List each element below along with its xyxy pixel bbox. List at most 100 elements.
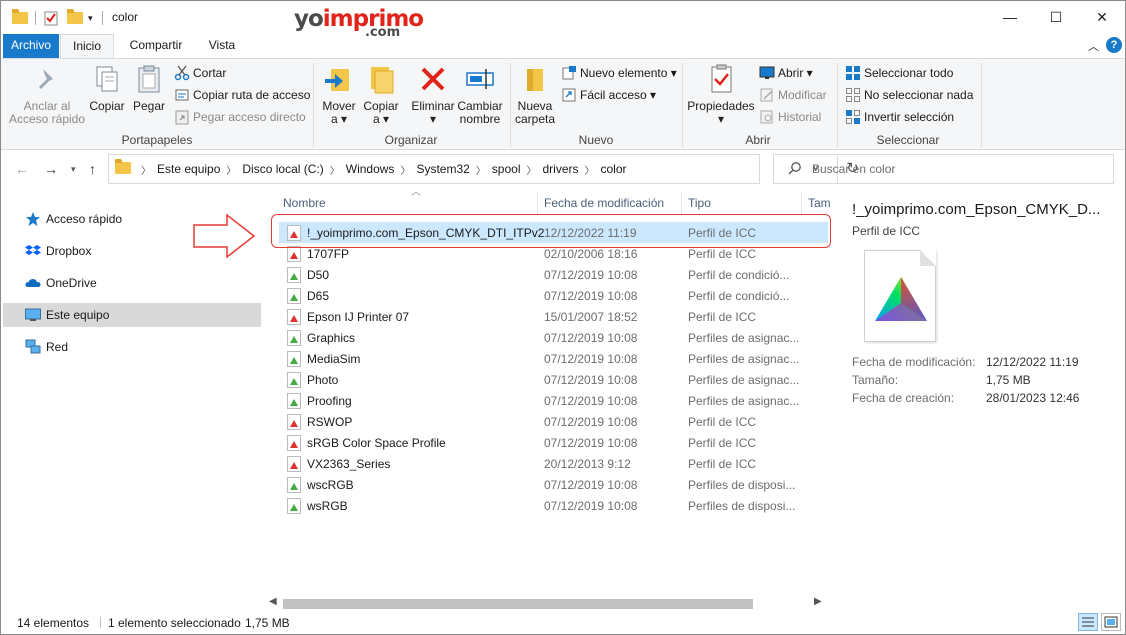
easy-access-button[interactable]: Fácil acceso ▾ (561, 86, 656, 104)
rename-button[interactable]: Cambiar nombre (457, 63, 503, 126)
explorer-window: ▾ color yoimprimo .com — ☐ ✕ Archivo Ini… (0, 0, 1126, 635)
properties-button[interactable]: Propiedades ▾ (687, 63, 755, 126)
new-folder-quick-icon[interactable] (67, 9, 83, 27)
chevron-right-icon[interactable]: 〉 (226, 162, 236, 177)
scroll-right-icon[interactable]: ▶ (814, 596, 822, 607)
column-separator[interactable] (801, 192, 802, 214)
chevron-right-icon[interactable]: 〉 (330, 162, 340, 177)
prop-value-size: 1,75 MB (986, 373, 1031, 387)
column-header-type[interactable]: Tipo (688, 196, 711, 210)
search-box[interactable]: Buscar en color (773, 154, 1114, 184)
column-header-size[interactable]: Tam (808, 196, 831, 210)
close-button[interactable]: ✕ (1079, 1, 1125, 33)
file-row[interactable]: D50 07/12/2019 10:08 Perfil de condició.… (279, 264, 828, 285)
minimize-button[interactable]: — (987, 1, 1033, 33)
new-item-button[interactable]: Nuevo elemento ▾ (561, 64, 677, 82)
properties-quick-icon[interactable] (44, 9, 58, 27)
chevron-right-icon[interactable]: 〉 (476, 162, 486, 177)
chevron-right-icon[interactable]: 〉 (400, 162, 410, 177)
large-icons-view-button[interactable] (1101, 613, 1121, 631)
crumb-spool[interactable]: spool (492, 162, 521, 176)
nav-item-network[interactable]: Red (3, 335, 261, 359)
file-row[interactable]: sRGB Color Space Profile 07/12/2019 10:0… (279, 432, 828, 453)
customize-qa-icon[interactable]: ▾ (88, 9, 93, 27)
copy-path-icon (174, 87, 190, 103)
ribbon-tabs: Archivo Inicio Compartir Vista ︿ ? (1, 34, 1125, 59)
file-row[interactable]: MediaSim 07/12/2019 10:08 Perfiles de as… (279, 348, 828, 369)
open-button[interactable]: Abrir ▾ (759, 64, 813, 82)
crumb-drivers[interactable]: drivers (542, 162, 578, 176)
maximize-button[interactable]: ☐ (1033, 1, 1079, 33)
file-row[interactable]: Proofing 07/12/2019 10:08 Perfiles de as… (279, 390, 828, 411)
tab-view[interactable]: Vista (197, 34, 247, 58)
copy-to-button[interactable]: Copiar a ▾ (361, 63, 401, 126)
crumb-system32[interactable]: System32 (416, 162, 469, 176)
column-separator[interactable] (537, 192, 538, 214)
recent-locations-icon[interactable]: ▾ (71, 164, 76, 175)
file-row[interactable]: D65 07/12/2019 10:08 Perfil de condició.… (279, 285, 828, 306)
crumb-color[interactable]: color (601, 162, 627, 176)
chevron-right-icon[interactable]: 〉 (526, 162, 536, 177)
properties-icon (705, 63, 737, 95)
invert-selection-button[interactable]: Invertir selección (845, 108, 954, 126)
group-label-organize: Organizar (384, 133, 438, 147)
highlight-box (271, 214, 831, 248)
file-row[interactable]: wscRGB 07/12/2019 10:08 Perfiles de disp… (279, 474, 828, 495)
status-size: 1,75 MB (245, 616, 290, 630)
select-all-button[interactable]: Seleccionar todo (845, 64, 953, 82)
column-header-date[interactable]: Fecha de modificación (544, 196, 664, 210)
file-row[interactable]: wsRGB 07/12/2019 10:08 Perfiles de dispo… (279, 495, 828, 516)
nav-item-onedrive[interactable]: OneDrive (3, 271, 261, 295)
copy-button[interactable]: Copiar (88, 63, 126, 113)
preview-file-name: !_yoimprimo.com_Epson_CMYK_D... (852, 201, 1101, 218)
back-arrow-icon[interactable]: ← (15, 161, 29, 177)
tab-file[interactable]: Archivo (3, 34, 59, 58)
chevron-right-icon[interactable]: 〉 (141, 162, 151, 177)
delete-button[interactable]: Eliminar ▾ (410, 63, 456, 126)
select-none-icon (845, 87, 861, 103)
file-row[interactable]: Photo 07/12/2019 10:08 Perfiles de asign… (279, 369, 828, 390)
scrollbar-thumb[interactable] (283, 599, 753, 609)
details-view-button[interactable] (1078, 613, 1098, 631)
ribbon: Anclar al Acceso rápido Copiar Pegar Cor… (1, 58, 1125, 150)
collapse-ribbon-icon[interactable]: ︿ (1088, 38, 1099, 54)
chevron-right-icon[interactable]: 〉 (585, 162, 595, 177)
tab-home[interactable]: Inicio (60, 34, 114, 59)
mapping-profile-icon (287, 371, 301, 388)
icc-profile-icon (287, 455, 301, 472)
column-separator[interactable] (681, 192, 682, 214)
file-row[interactable]: Graphics 07/12/2019 10:08 Perfiles de as… (279, 327, 828, 348)
prop-label-modified: Fecha de modificación: (852, 355, 976, 369)
column-header-name[interactable]: Nombre (283, 196, 326, 210)
pin-quick-access-button[interactable]: Anclar al Acceso rápido (7, 63, 87, 126)
move-to-button[interactable]: Mover a ▾ (319, 63, 359, 126)
up-arrow-icon[interactable]: ↑ (89, 161, 96, 177)
horizontal-scrollbar[interactable]: ◀ ▶ (266, 596, 826, 611)
nav-item-this-pc[interactable]: Este equipo (3, 303, 261, 327)
device-profile-icon (287, 476, 301, 493)
help-icon[interactable]: ? (1106, 37, 1122, 53)
paste-button[interactable]: Pegar (131, 63, 167, 113)
crumb-local-disk[interactable]: Disco local (C:) (242, 162, 323, 176)
scroll-left-icon[interactable]: ◀ (269, 596, 277, 607)
edit-icon (759, 87, 775, 103)
tab-share[interactable]: Compartir (119, 34, 193, 58)
file-list: ︿ Nombre Fecha de modificación Tipo Tam … (264, 187, 836, 610)
new-folder-button[interactable]: Nueva carpeta (514, 63, 556, 126)
crumb-this-pc[interactable]: Este equipo (157, 162, 220, 176)
crumb-windows[interactable]: Windows (346, 162, 395, 176)
address-bar[interactable]: 〉 Este equipo 〉 Disco local (C:) 〉 Windo… (108, 154, 859, 184)
details-pane: !_yoimprimo.com_Epson_CMYK_D... Perfil d… (839, 190, 1125, 610)
history-button[interactable]: Historial (759, 108, 821, 126)
file-row[interactable]: RSWOP 07/12/2019 10:08 Perfil de ICC (279, 411, 828, 432)
paste-shortcut-button[interactable]: Pegar acceso directo (174, 108, 306, 126)
copy-path-button[interactable]: Copiar ruta de acceso (174, 86, 310, 104)
forward-arrow-icon[interactable]: → (44, 161, 58, 177)
select-none-button[interactable]: No seleccionar nada (845, 86, 973, 104)
group-separator (837, 63, 838, 147)
cut-button[interactable]: Cortar (174, 64, 226, 82)
edit-button[interactable]: Modificar (759, 86, 827, 104)
icc-profile-icon (287, 308, 301, 325)
file-row[interactable]: VX2363_Series 20/12/2013 9:12 Perfil de … (279, 453, 828, 474)
file-row[interactable]: Epson IJ Printer 07 15/01/2007 18:52 Per… (279, 306, 828, 327)
